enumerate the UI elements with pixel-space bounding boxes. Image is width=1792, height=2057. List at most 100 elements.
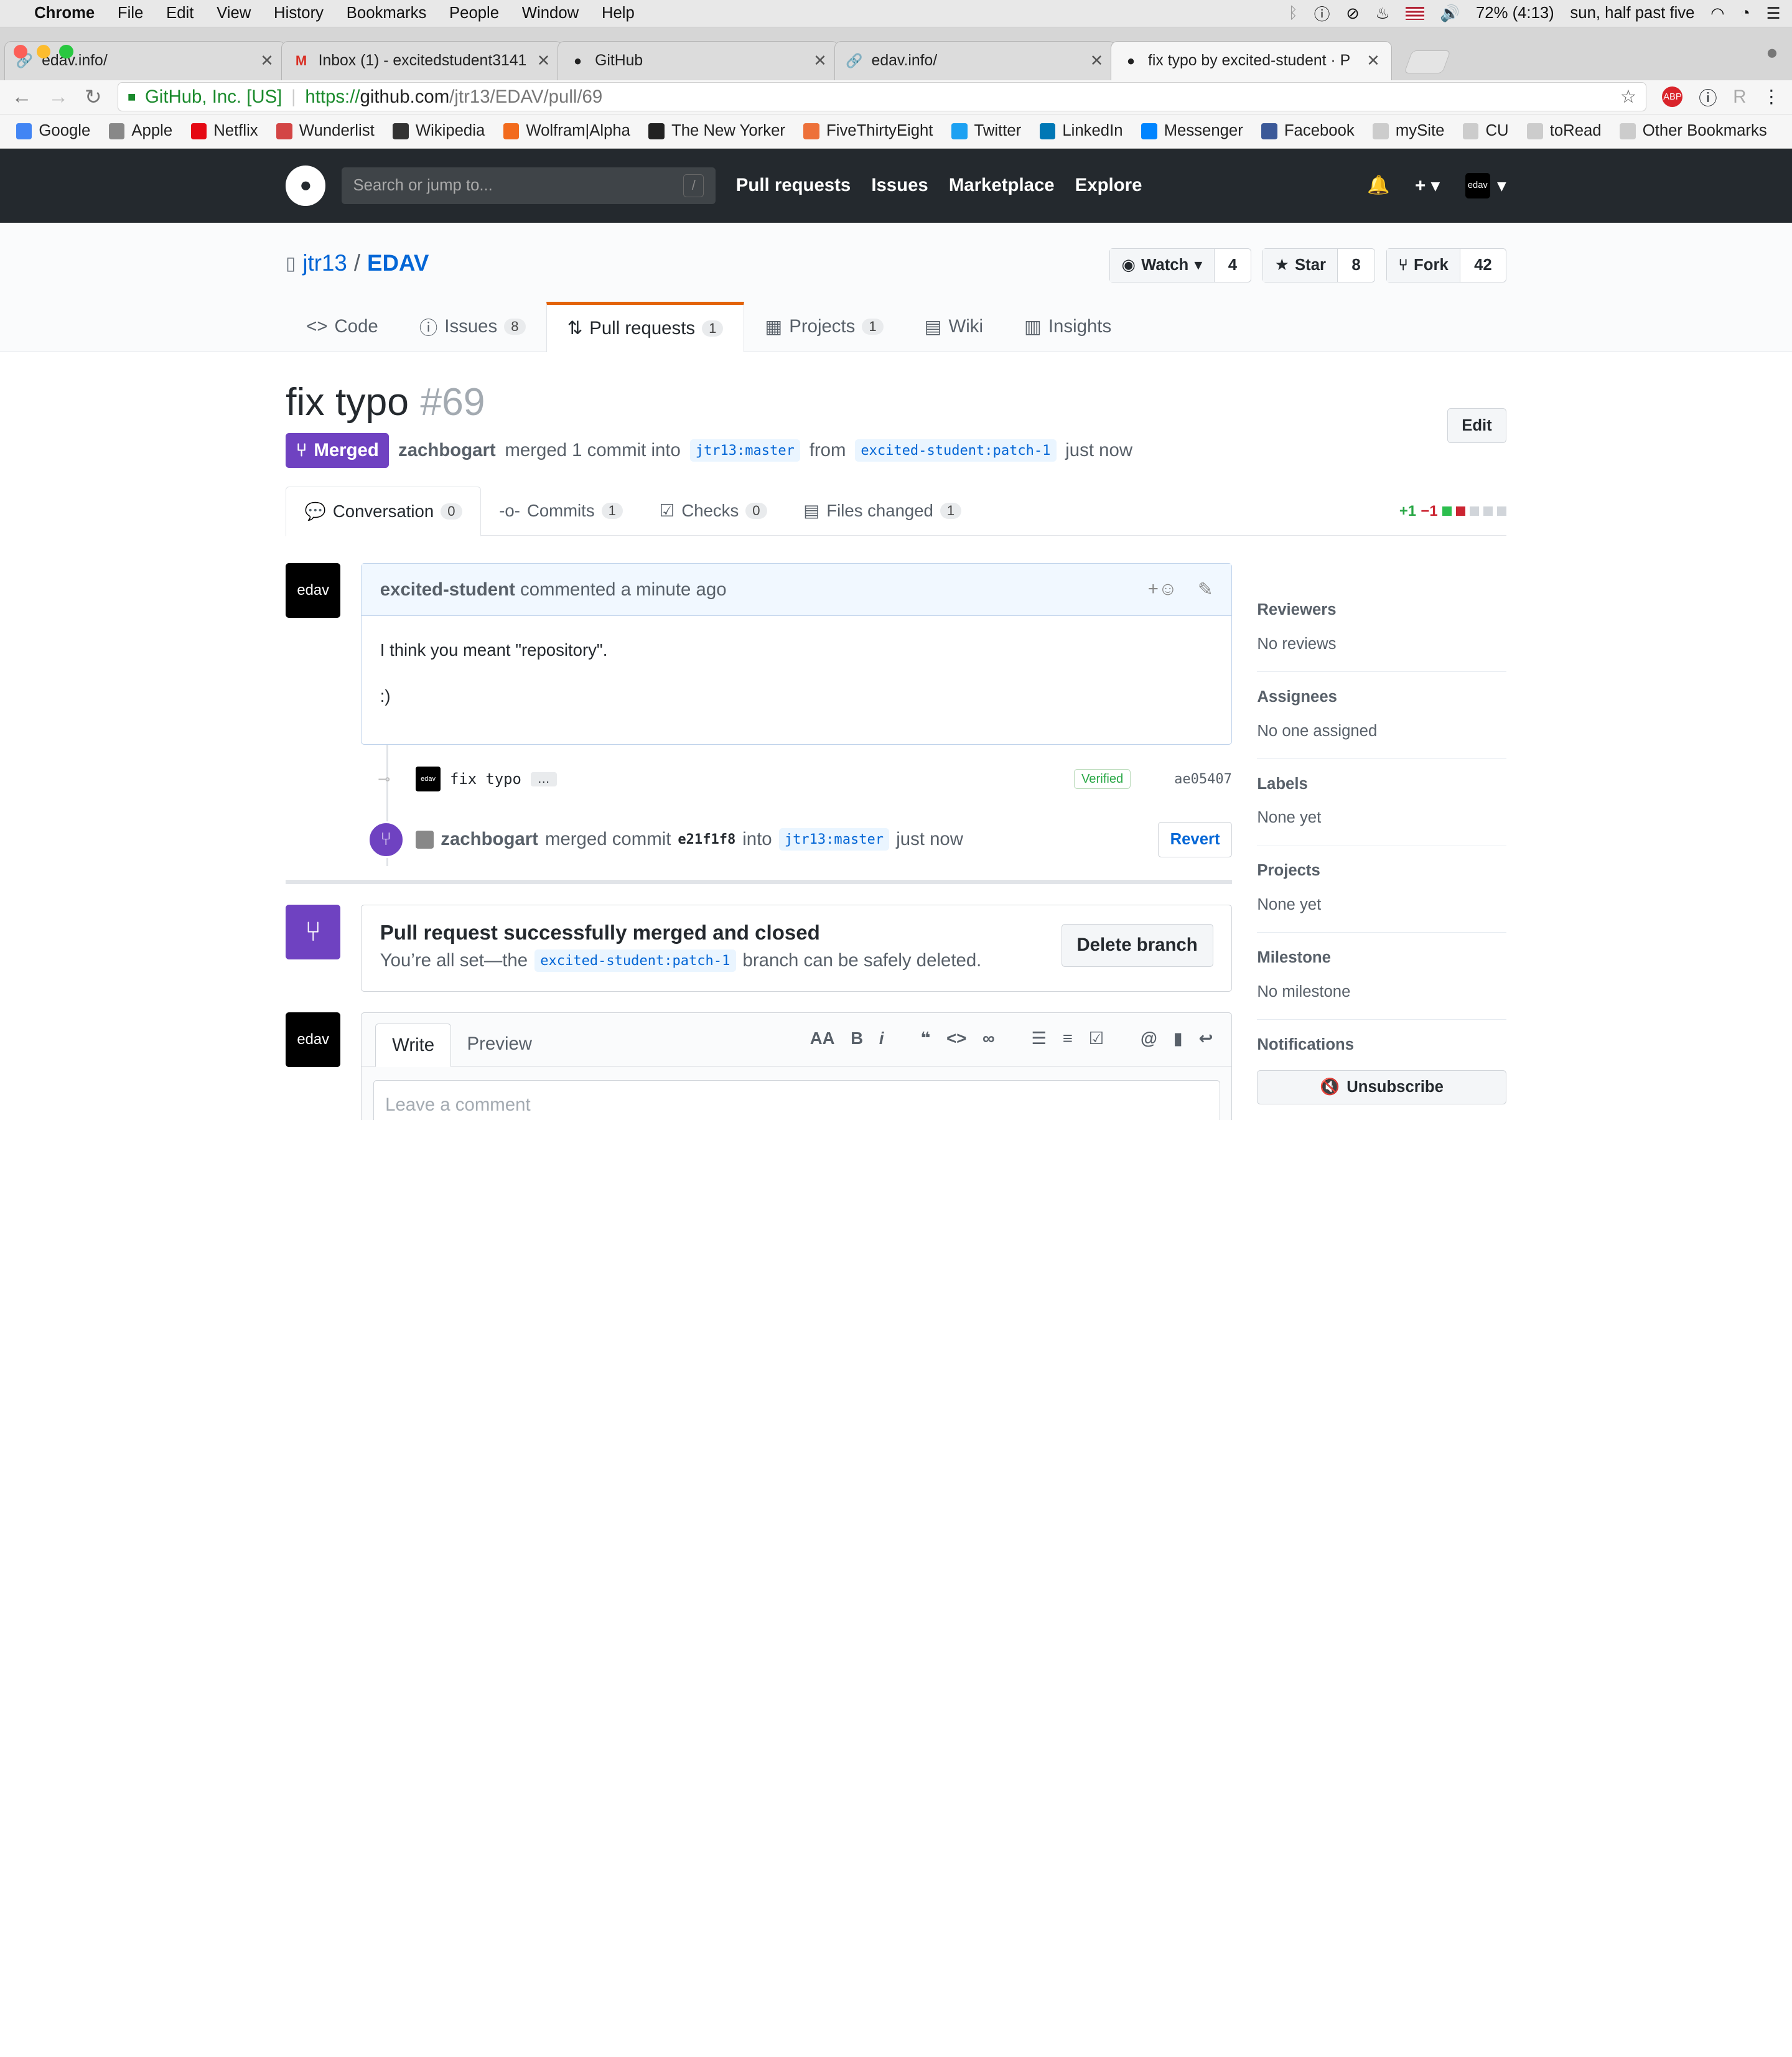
user-menu[interactable]: edav ▾	[1465, 173, 1506, 198]
quote-icon[interactable]: ❝	[920, 1028, 930, 1048]
tab-commits[interactable]: -o- Commits 1	[481, 487, 641, 535]
repo-owner-link[interactable]: jtr13	[302, 250, 347, 276]
pencil-icon[interactable]: ✎	[1198, 579, 1213, 600]
fork-button[interactable]: ⑂ Fork	[1387, 248, 1461, 282]
menu-icon[interactable]: ⋮	[1762, 86, 1780, 108]
bookmark-item[interactable]: Facebook	[1261, 122, 1355, 140]
zoom-window-button[interactable]	[59, 44, 73, 58]
repo-name-link[interactable]: EDAV	[367, 250, 429, 276]
browser-tab[interactable]: ● GitHub ✕	[558, 41, 839, 80]
menu-history[interactable]: History	[274, 4, 324, 22]
nav-pull-requests[interactable]: Pull requests	[736, 175, 851, 196]
info-icon[interactable]: ⓘ	[1314, 2, 1330, 25]
menu-view[interactable]: View	[217, 4, 251, 22]
menu-people[interactable]: People	[449, 4, 499, 22]
revert-button[interactable]: Revert	[1158, 822, 1232, 857]
sidebar-assignees[interactable]: Assignees No one assigned	[1257, 672, 1506, 759]
sidebar-milestone[interactable]: Milestone No milestone	[1257, 933, 1506, 1020]
bookmark-item[interactable]: Netflix	[190, 122, 258, 140]
bookmark-item[interactable]: Messenger	[1141, 122, 1243, 140]
menu-file[interactable]: File	[118, 4, 143, 22]
tab-projects[interactable]: ▦ Projects 1	[744, 302, 903, 352]
activity-icon[interactable]: ◠	[1710, 4, 1724, 23]
nav-explore[interactable]: Explore	[1075, 175, 1142, 196]
close-window-button[interactable]	[14, 44, 28, 58]
search-input[interactable]: Search or jump to... /	[342, 167, 716, 204]
bookmark-item[interactable]: Wolfram|Alpha	[503, 122, 630, 140]
sidebar-reviewers[interactable]: Reviewers No reviews	[1257, 585, 1506, 673]
plus-dropdown-icon[interactable]: + ▾	[1415, 175, 1440, 197]
sidebar-projects[interactable]: Projects None yet	[1257, 846, 1506, 933]
base-branch[interactable]: jtr13:master	[689, 439, 801, 462]
author-link[interactable]: zachbogart	[398, 440, 496, 461]
adblock-icon[interactable]: ABP	[1662, 86, 1683, 108]
delete-branch-button[interactable]: Delete branch	[1061, 923, 1213, 967]
close-tab-icon[interactable]: ✕	[260, 52, 274, 70]
minimize-window-button[interactable]	[36, 44, 50, 58]
tab-write[interactable]: Write	[375, 1024, 451, 1067]
app-menu[interactable]: Chrome	[34, 4, 95, 22]
dnd-icon[interactable]: ⊘	[1346, 4, 1360, 23]
expand-commit-button[interactable]: …	[530, 772, 557, 786]
tab-issues[interactable]: ⓘ Issues 8	[399, 302, 546, 352]
bookmark-item[interactable]: Twitter	[951, 122, 1021, 140]
address-bar[interactable]: ■ GitHub, Inc. [US] | https://github.com…	[118, 82, 1646, 112]
bookmark-item[interactable]: Wunderlist	[276, 122, 375, 140]
bookmark-item[interactable]: mySite	[1373, 122, 1444, 140]
extension-r-icon[interactable]: R	[1733, 86, 1746, 108]
comment-author[interactable]: excited-student	[380, 579, 515, 600]
mention-icon[interactable]: @	[1141, 1028, 1157, 1048]
bookmark-icon[interactable]: ▮	[1174, 1028, 1183, 1048]
bookmark-item[interactable]: Wikipedia	[393, 122, 485, 140]
tab-wiki[interactable]: ▤ Wiki	[904, 302, 1004, 352]
bullet-list-icon[interactable]: ☰	[1031, 1028, 1047, 1048]
avatar[interactable]: edav	[286, 562, 341, 618]
star-icon[interactable]: ☆	[1620, 86, 1636, 108]
battery-status[interactable]: 72% (4:13)	[1476, 4, 1554, 22]
merge-sha[interactable]: e21f1f8	[678, 832, 735, 847]
fork-count[interactable]: 42	[1460, 249, 1506, 282]
italic-icon[interactable]: i	[879, 1028, 884, 1048]
avatar[interactable]: edav	[286, 1012, 341, 1067]
new-tab-button[interactable]	[1404, 50, 1451, 73]
bluetooth-icon[interactable]: ᛒ	[1289, 4, 1298, 22]
back-icon[interactable]: ←	[11, 85, 32, 109]
add-reaction-icon[interactable]: +☺	[1148, 579, 1177, 600]
browser-tab[interactable]: 🔗 edav.info/ ✕	[834, 41, 1116, 80]
star-button[interactable]: ★ Star	[1263, 248, 1338, 282]
bell-icon[interactable]: 🔔	[1367, 175, 1390, 196]
forward-icon[interactable]: →	[48, 85, 68, 109]
volume-icon[interactable]: 🔊	[1440, 4, 1460, 23]
comment-time[interactable]: a minute ago	[621, 579, 727, 600]
edit-button[interactable]: Edit	[1447, 408, 1506, 444]
nav-marketplace[interactable]: Marketplace	[949, 175, 1055, 196]
clock[interactable]: sun, half past five	[1570, 4, 1694, 22]
comment-input[interactable]: Leave a comment	[373, 1080, 1220, 1120]
tab-checks[interactable]: ☑ Checks 0	[641, 487, 785, 535]
numbered-list-icon[interactable]: ≡	[1063, 1028, 1073, 1048]
verified-badge[interactable]: Verified	[1073, 768, 1131, 790]
user-avatar[interactable]	[415, 830, 434, 849]
menu-edit[interactable]: Edit	[166, 4, 194, 22]
code-icon[interactable]: <>	[946, 1028, 966, 1048]
reload-icon[interactable]: ↻	[85, 85, 102, 110]
close-tab-icon[interactable]: ✕	[1090, 52, 1104, 70]
menu-bookmarks[interactable]: Bookmarks	[347, 4, 427, 22]
bookmark-item[interactable]: toRead	[1527, 122, 1602, 140]
bookmark-item[interactable]: FiveThirtyEight	[803, 122, 933, 140]
github-logo-icon[interactable]: ●	[286, 166, 326, 206]
head-branch[interactable]: excited-student:patch-1	[534, 949, 736, 973]
avatar[interactable]: edav	[415, 766, 441, 792]
tab-conversation[interactable]: 💬 Conversation 0	[286, 486, 481, 536]
link-icon[interactable]: ∞	[982, 1028, 995, 1048]
commit-sha[interactable]: ae05407	[1174, 772, 1232, 787]
watch-count[interactable]: 4	[1215, 249, 1251, 282]
tab-preview[interactable]: Preview	[451, 1022, 548, 1066]
browser-tab[interactable]: M Inbox (1) - excitedstudent3141 ✕	[281, 41, 562, 80]
close-tab-icon[interactable]: ✕	[537, 52, 551, 70]
merger-link[interactable]: zachbogart	[441, 829, 538, 850]
bookmark-item[interactable]: Google	[16, 122, 90, 140]
tab-insights[interactable]: ▥ Insights	[1004, 302, 1132, 352]
nav-issues[interactable]: Issues	[871, 175, 928, 196]
commit-message[interactable]: fix typo	[450, 770, 521, 788]
